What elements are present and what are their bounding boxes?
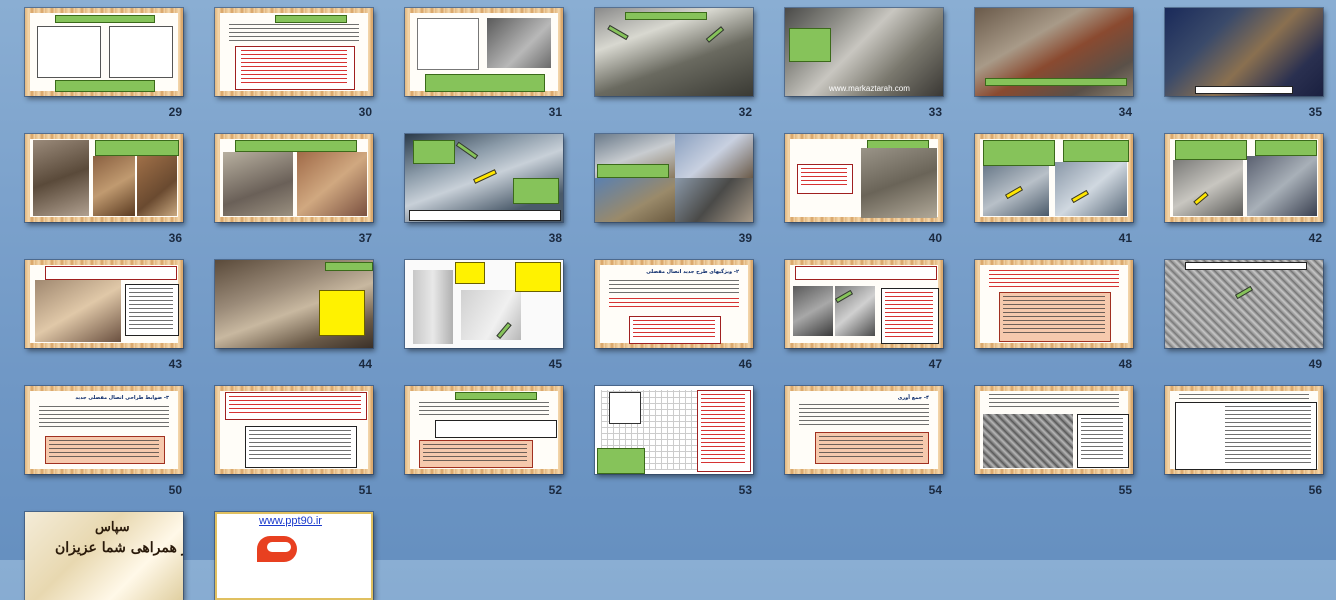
- slide-number: 32: [738, 105, 752, 119]
- slide-number: 43: [168, 357, 182, 371]
- slide-number: 55: [1118, 483, 1132, 497]
- slide-thumbnail[interactable]: ۴- جمع آوری: [784, 385, 944, 475]
- slide-number: 46: [738, 357, 752, 371]
- slide-thumbnail[interactable]: ۲- ویژگیهای طرح جدید اتصال مفصلی: [594, 259, 754, 349]
- slide-thumbnail[interactable]: [1164, 7, 1324, 97]
- slide-number: 29: [168, 105, 182, 119]
- slide-thumbnail[interactable]: [404, 385, 564, 475]
- thanks-subtitle: از همراهی شما عزیزان: [55, 540, 183, 556]
- slide-number: 52: [548, 483, 562, 497]
- slide-number: 39: [738, 231, 752, 245]
- slide-thumbnail[interactable]: [784, 133, 944, 223]
- slide-number: 49: [1308, 357, 1322, 371]
- slide-title: ۲- ویژگیهای طرح جدید اتصال مفصلی: [646, 269, 739, 275]
- slide-thumbnail[interactable]: [24, 133, 184, 223]
- slide-thumbnail[interactable]: ۳- ضوابط طراحی اتصال مفصلی جدید: [24, 385, 184, 475]
- slide-thumbnail[interactable]: [1164, 385, 1324, 475]
- website-link[interactable]: www.ppt90.ir: [259, 515, 322, 527]
- slide-thumbnail[interactable]: [404, 133, 564, 223]
- watermark-text: www.markaztarah.com: [829, 84, 910, 93]
- slide-number: 40: [928, 231, 942, 245]
- slide-thumbnail[interactable]: [214, 259, 374, 349]
- thanks-title: سپاس: [95, 520, 130, 535]
- slide-thumbnail[interactable]: [594, 385, 754, 475]
- slide-thumbnail[interactable]: [1164, 259, 1324, 349]
- slide-number: 45: [548, 357, 562, 371]
- slide-number: 38: [548, 231, 562, 245]
- slide-thumbnail[interactable]: [974, 7, 1134, 97]
- slide-number: 47: [928, 357, 942, 371]
- slide-number: 37: [358, 231, 372, 245]
- slide-thumbnail[interactable]: [24, 259, 184, 349]
- slide-thumbnail[interactable]: [24, 7, 184, 97]
- slide-number: 53: [738, 483, 752, 497]
- slide-thumbnail-thanks[interactable]: سپاس از همراهی شما عزیزان: [24, 511, 184, 600]
- slide-thumbnail[interactable]: [214, 133, 374, 223]
- slide-thumbnail[interactable]: [594, 7, 754, 97]
- slide-thumbnail[interactable]: [404, 7, 564, 97]
- slide-number: 33: [928, 105, 942, 119]
- slide-thumbnail[interactable]: [974, 385, 1134, 475]
- slide-number: 51: [358, 483, 372, 497]
- slide-number: 41: [1118, 231, 1132, 245]
- slide-thumbnail[interactable]: [974, 259, 1134, 349]
- slide-thumbnail[interactable]: [974, 133, 1134, 223]
- slide-number: 35: [1308, 105, 1322, 119]
- slide-number: 30: [358, 105, 372, 119]
- slide-thumbnail[interactable]: [1164, 133, 1324, 223]
- slide-thumbnail-credits[interactable]: www.ppt90.ir: [214, 511, 374, 600]
- slide-thumbnail[interactable]: [214, 385, 374, 475]
- slide-thumbnail[interactable]: [404, 259, 564, 349]
- slide-thumbnail[interactable]: [214, 7, 374, 97]
- slide-title: ۳- ضوابط طراحی اتصال مفصلی جدید: [75, 395, 169, 401]
- slide-number: 48: [1118, 357, 1132, 371]
- slide-number: 50: [168, 483, 182, 497]
- slide-number: 36: [168, 231, 182, 245]
- slide-number: 44: [358, 357, 372, 371]
- slide-number: 56: [1308, 483, 1322, 497]
- slide-number: 31: [548, 105, 562, 119]
- slide-thumbnail[interactable]: [594, 133, 754, 223]
- slide-number: 34: [1118, 105, 1132, 119]
- slide-thumbnail[interactable]: [784, 259, 944, 349]
- slide-title: ۴- جمع آوری: [897, 395, 929, 401]
- slide-number: 54: [928, 483, 942, 497]
- slide-number: 42: [1308, 231, 1322, 245]
- slide-thumbnail[interactable]: www.markaztarah.com: [784, 7, 944, 97]
